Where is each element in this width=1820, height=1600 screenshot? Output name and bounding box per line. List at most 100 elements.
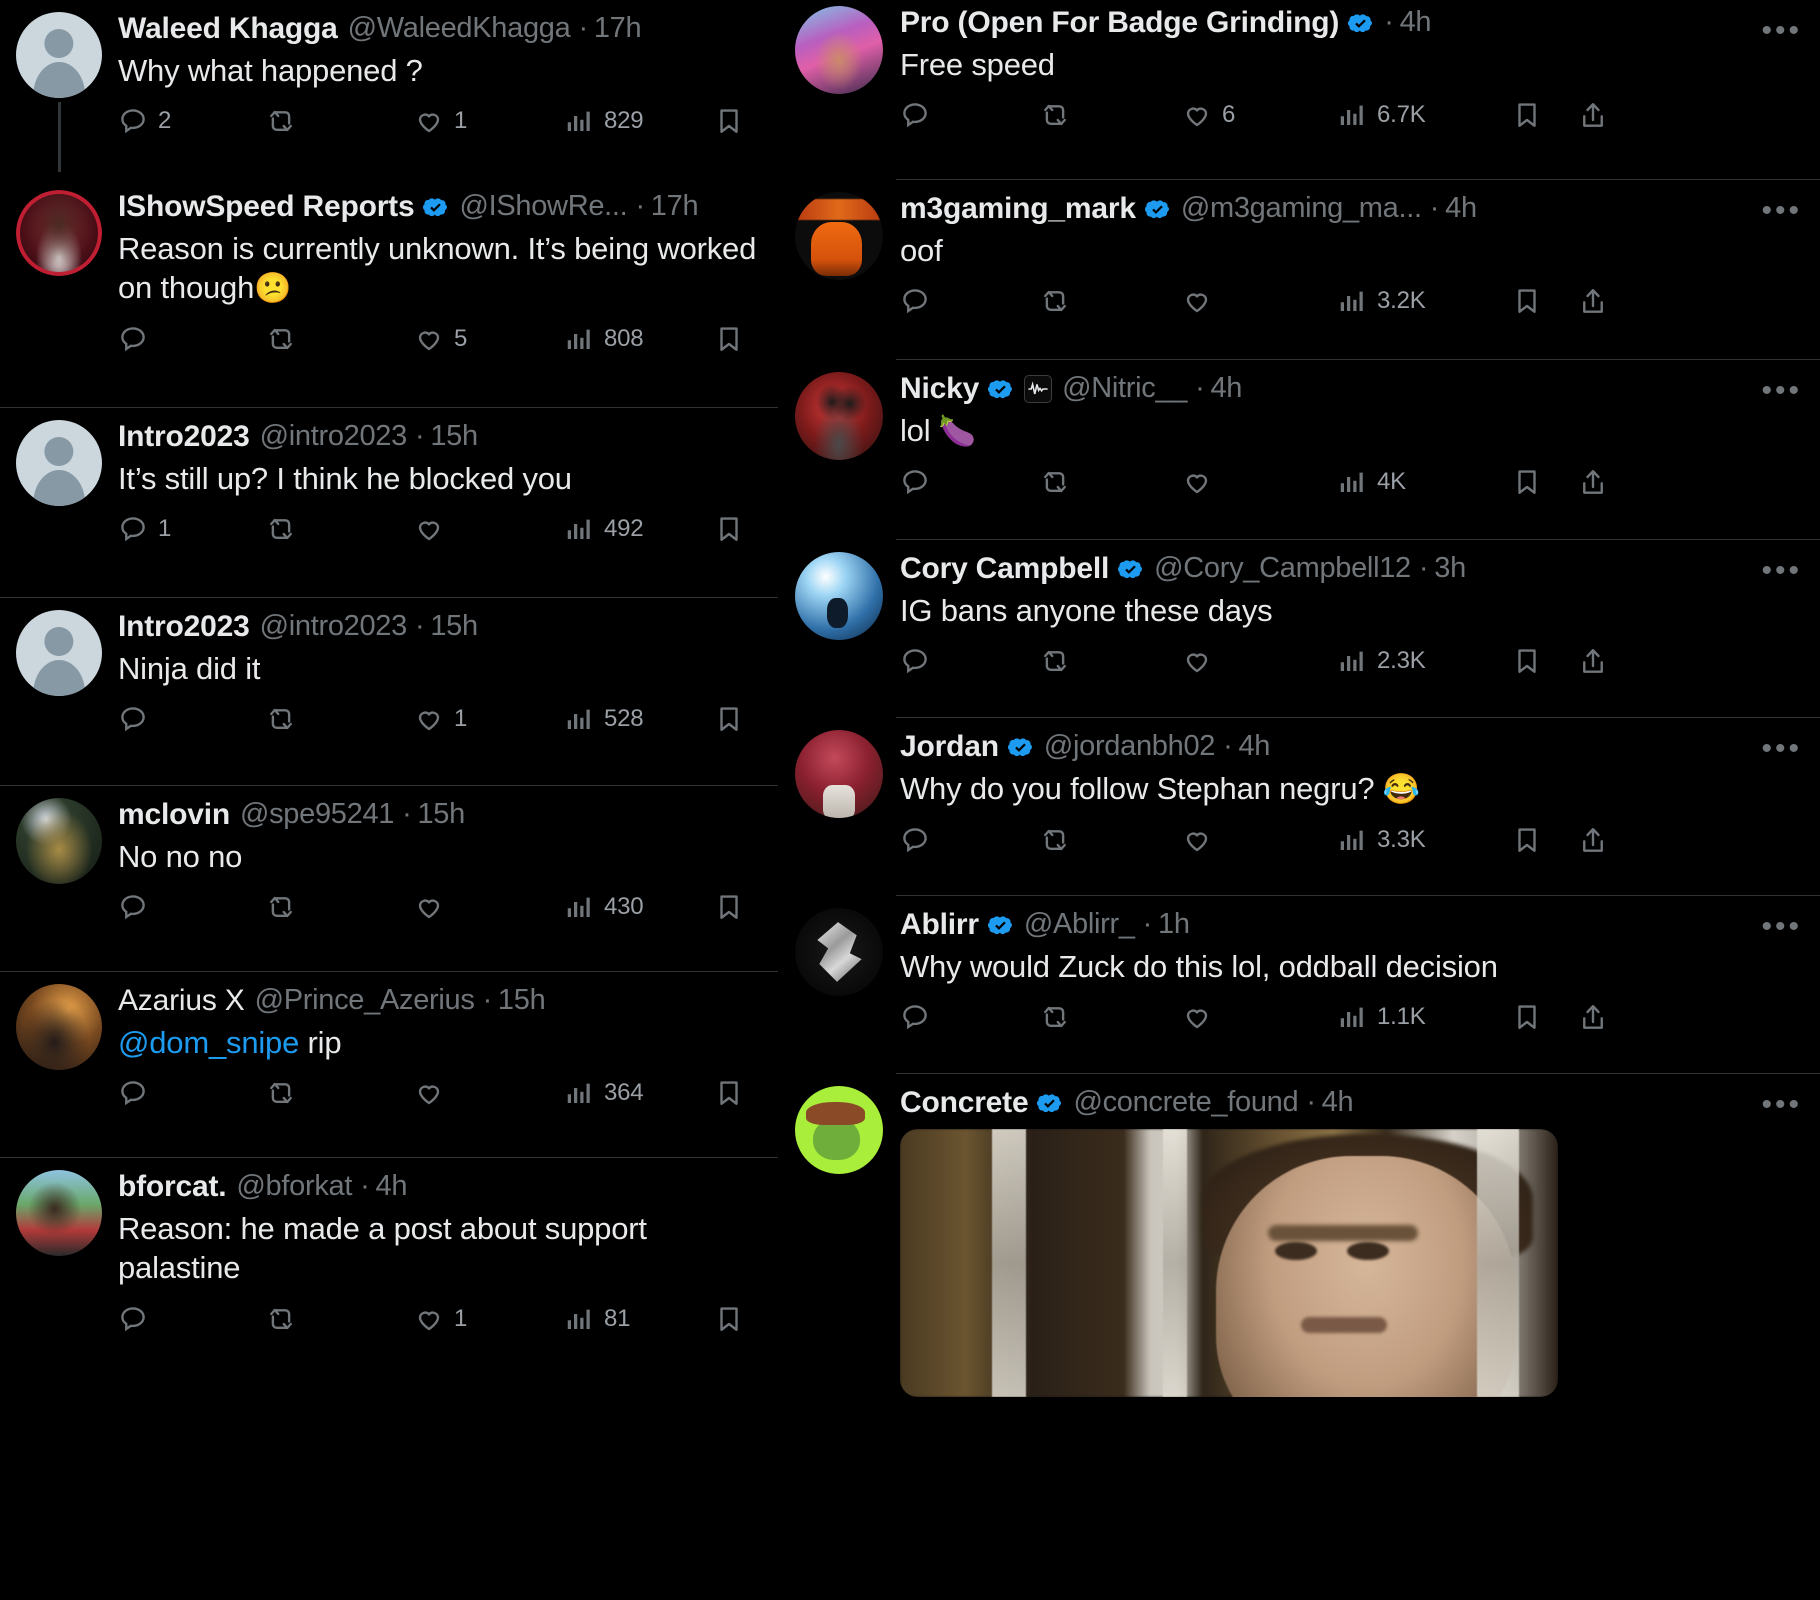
display-name[interactable]: Waleed Khagga <box>118 12 338 45</box>
views-button[interactable]: 829 <box>564 106 714 136</box>
more-options-icon[interactable]: ••• <box>1761 16 1802 46</box>
like-button[interactable]: 6 <box>1182 100 1337 130</box>
reply-button[interactable] <box>900 1002 1040 1032</box>
timestamp[interactable]: 4h <box>1445 192 1477 225</box>
avatar[interactable] <box>795 908 883 996</box>
tweet-row[interactable]: Ablirr @Ablirr_ · 1h Why would Zuck do t… <box>778 896 1820 1074</box>
bookmark-button[interactable] <box>714 1304 744 1334</box>
user-handle[interactable]: @m3gaming_ma... <box>1181 192 1422 225</box>
display-name[interactable]: mclovin <box>118 798 230 831</box>
more-options-icon[interactable]: ••• <box>1761 196 1802 226</box>
display-name[interactable]: Intro2023 <box>118 610 250 643</box>
tweet-row[interactable]: IShowSpeed Reports @IShowRe... · 17h Rea… <box>0 178 778 408</box>
bookmark-button[interactable] <box>1512 467 1578 497</box>
display-name[interactable]: Pro (Open For Badge Grinding) <box>900 6 1339 39</box>
tweet-row[interactable]: Intro2023 @intro2023 · 15h Ninja did it <box>0 598 778 786</box>
like-button[interactable]: 1 <box>414 106 564 136</box>
timestamp[interactable]: 15h <box>430 610 478 643</box>
views-button[interactable]: 4K <box>1337 467 1512 497</box>
user-handle[interactable]: @bforkat <box>236 1170 352 1203</box>
retweet-button[interactable] <box>1040 825 1182 855</box>
like-button[interactable] <box>414 514 564 544</box>
more-options-icon[interactable]: ••• <box>1761 912 1802 942</box>
attached-media-thumbnail[interactable] <box>900 1129 1558 1397</box>
mention-link[interactable]: @dom_snipe <box>118 1025 299 1060</box>
share-button[interactable] <box>1578 1002 1608 1032</box>
bookmark-button[interactable] <box>714 704 744 734</box>
more-options-icon[interactable]: ••• <box>1761 734 1802 764</box>
display-name[interactable]: bforcat. <box>118 1170 227 1203</box>
more-options-icon[interactable]: ••• <box>1761 376 1802 406</box>
views-button[interactable]: 81 <box>564 1304 714 1334</box>
views-button[interactable]: 430 <box>564 892 714 922</box>
retweet-button[interactable] <box>1040 100 1182 130</box>
timestamp[interactable]: 15h <box>498 984 546 1017</box>
user-handle[interactable]: @intro2023 <box>260 420 408 453</box>
like-button[interactable]: 1 <box>414 704 564 734</box>
reply-button[interactable] <box>118 324 266 354</box>
reply-button[interactable] <box>900 286 1040 316</box>
retweet-button[interactable] <box>266 106 414 136</box>
reply-button[interactable] <box>900 646 1040 676</box>
reply-button[interactable] <box>900 100 1040 130</box>
share-button[interactable] <box>1578 825 1608 855</box>
share-button[interactable] <box>1578 467 1608 497</box>
views-button[interactable]: 3.2K <box>1337 286 1512 316</box>
user-handle[interactable]: @intro2023 <box>260 610 408 643</box>
tweet-row[interactable]: Waleed Khagga @WaleedKhagga · 17h Why wh… <box>0 0 778 178</box>
display-name[interactable]: Jordan <box>900 730 999 763</box>
like-button[interactable] <box>414 1078 564 1108</box>
like-button[interactable] <box>1182 646 1337 676</box>
user-handle[interactable]: @Ablirr_ <box>1024 908 1135 941</box>
avatar[interactable] <box>795 552 883 640</box>
retweet-button[interactable] <box>1040 286 1182 316</box>
timestamp[interactable]: 4h <box>1322 1086 1354 1119</box>
reply-button[interactable] <box>118 1078 266 1108</box>
timestamp[interactable]: 4h <box>1400 6 1432 39</box>
timestamp[interactable]: 1h <box>1158 908 1190 941</box>
share-button[interactable] <box>1578 286 1608 316</box>
user-handle[interactable]: @spe95241 <box>240 798 394 831</box>
avatar[interactable] <box>16 1170 102 1256</box>
affiliate-badge-icon[interactable] <box>1024 374 1053 403</box>
reply-button[interactable]: 2 <box>118 106 266 136</box>
retweet-button[interactable] <box>1040 646 1182 676</box>
display-name[interactable]: Ablirr <box>900 908 979 941</box>
user-handle[interactable]: @Cory_Campbell12 <box>1154 552 1411 585</box>
timestamp[interactable]: 4h <box>1210 372 1242 405</box>
timestamp[interactable]: 15h <box>417 798 465 831</box>
views-button[interactable]: 364 <box>564 1078 714 1108</box>
tweet-row[interactable]: Jordan @jordanbh02 · 4h Why do you follo… <box>778 718 1820 896</box>
views-button[interactable]: 3.3K <box>1337 825 1512 855</box>
more-options-icon[interactable]: ••• <box>1761 556 1802 586</box>
views-button[interactable]: 6.7K <box>1337 100 1512 130</box>
user-handle[interactable]: @WaleedKhagga <box>348 12 571 45</box>
like-button[interactable] <box>1182 825 1337 855</box>
tweet-row[interactable]: Pro (Open For Badge Grinding) · 4h Free … <box>778 0 1820 180</box>
like-button[interactable] <box>414 892 564 922</box>
user-handle[interactable]: @Prince_Azerius <box>255 984 475 1017</box>
timestamp[interactable]: 17h <box>651 190 699 223</box>
avatar[interactable] <box>16 798 102 884</box>
tweet-row[interactable]: mclovin @spe95241 · 15h No no no 430 <box>0 786 778 972</box>
retweet-button[interactable] <box>266 704 414 734</box>
share-button[interactable] <box>1578 646 1608 676</box>
display-name[interactable]: Nicky <box>900 372 979 405</box>
reply-button[interactable] <box>900 467 1040 497</box>
display-name[interactable]: IShowSpeed Reports <box>118 190 415 223</box>
like-button[interactable] <box>1182 286 1337 316</box>
like-button[interactable] <box>1182 467 1337 497</box>
views-button[interactable]: 808 <box>564 324 714 354</box>
display-name[interactable]: m3gaming_mark <box>900 192 1136 225</box>
timestamp[interactable]: 4h <box>1238 730 1270 763</box>
tweet-row[interactable]: Concrete @concrete_found · 4h ••• <box>778 1074 1820 1404</box>
display-name[interactable]: Cory Campbell <box>900 552 1109 585</box>
tweet-row[interactable]: Cory Campbell @Cory_Campbell12 · 3h IG b… <box>778 540 1820 718</box>
reply-button[interactable] <box>118 892 266 922</box>
avatar[interactable] <box>16 190 102 276</box>
retweet-button[interactable] <box>1040 467 1182 497</box>
tweet-row[interactable]: m3gaming_mark @m3gaming_ma... · 4h oof 3… <box>778 180 1820 360</box>
bookmark-button[interactable] <box>714 106 744 136</box>
avatar[interactable] <box>795 1086 883 1174</box>
retweet-button[interactable] <box>1040 1002 1182 1032</box>
